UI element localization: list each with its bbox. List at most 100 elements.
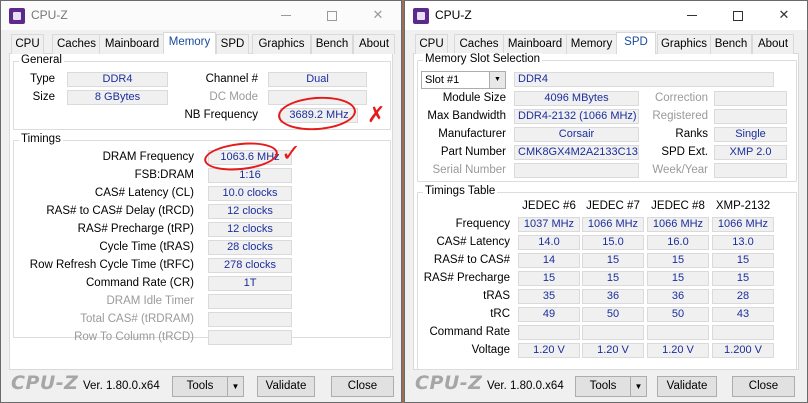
type-label: Type	[30, 73, 55, 85]
size-value: 8 GBytes	[67, 90, 168, 105]
timing-value	[208, 294, 292, 309]
timings-cell: 49	[518, 307, 580, 322]
tab-caches[interactable]: Caches	[52, 34, 101, 54]
ranks-value: Single	[714, 127, 787, 142]
tab-bench[interactable]: Bench	[710, 34, 752, 54]
timings-cell: 36	[647, 289, 709, 304]
type-value: DDR4	[67, 72, 168, 87]
close-window-button[interactable]: ✕	[355, 1, 401, 30]
timings-group: Timings DRAM Frequency 1063.6 MHz FSB:DRAM…	[13, 133, 391, 345]
version-label: Ver. 1.80.0.x64	[487, 380, 564, 392]
timings-cell: 15	[712, 253, 774, 268]
tab-spd[interactable]: SPD	[616, 32, 656, 55]
timing-value	[208, 330, 292, 345]
close-button[interactable]: Close	[331, 376, 394, 397]
timing-label: Row Refresh Cycle Time (tRFC)	[29, 259, 194, 271]
tab-cpu[interactable]: CPU	[11, 34, 44, 54]
tab-memory[interactable]: Memory	[163, 32, 216, 55]
slot-select[interactable]: Slot #1 ▼	[421, 71, 506, 89]
chevron-down-icon: ▼	[634, 382, 643, 391]
tools-dropdown-button[interactable]: ▼	[630, 376, 647, 397]
tab-memory[interactable]: Memory	[566, 34, 617, 54]
tab-spd[interactable]: SPD	[216, 34, 249, 54]
registered-value	[714, 109, 787, 124]
close-icon: ✕	[778, 8, 790, 23]
general-group-title: General	[19, 54, 64, 66]
timing-label: DRAM Idle Timer	[106, 295, 194, 307]
tools-dropdown-button[interactable]: ▼	[227, 376, 244, 397]
timings-cell: 28	[712, 289, 774, 304]
timing-value: 278 clocks	[208, 258, 292, 273]
validate-button[interactable]: Validate	[257, 376, 315, 397]
nb-frequency-label: NB Frequency	[184, 109, 258, 121]
channel-label: Channel #	[205, 73, 258, 85]
week-year-value	[714, 163, 787, 178]
timings-row-label: RAS# to CAS#	[433, 254, 510, 266]
close-window-button[interactable]: ✕	[761, 1, 807, 30]
timings-row-label: RAS# Precharge	[423, 272, 510, 284]
maximize-button[interactable]	[715, 1, 761, 30]
correction-label: Correction	[654, 92, 708, 104]
timings-cell: 1.20 V	[582, 343, 644, 358]
minimize-button[interactable]	[669, 1, 715, 30]
ranks-label: Ranks	[675, 128, 708, 140]
footer-bar: CPU-Z Ver. 1.80.0.x64 Tools ▼ Validate C…	[405, 370, 807, 402]
timing-label: Cycle Time (tRAS)	[99, 241, 194, 253]
memory-slot-group: Memory Slot Selection Slot #1 ▼ DDR4 Mod…	[417, 53, 797, 182]
annotation-cross-icon: ✗	[367, 103, 386, 128]
week-year-label: Week/Year	[652, 164, 708, 176]
tab-graphics[interactable]: Graphics	[657, 34, 711, 54]
tab-caches[interactable]: Caches	[454, 34, 504, 54]
timing-label: FSB:DRAM	[134, 169, 194, 181]
tab-about[interactable]: About	[353, 34, 395, 54]
timings-row-label: Command Rate	[429, 326, 510, 338]
timings-cell: 14	[518, 253, 580, 268]
tab-mainboard[interactable]: Mainboard	[99, 34, 165, 54]
tools-button[interactable]: Tools	[172, 376, 228, 397]
cpuz-memory-window: CPU-Z ✕ CPU Caches Mainboard Memory SPD …	[0, 0, 402, 403]
timings-cell: 16.0	[647, 235, 709, 250]
timings-cell: 1037 MHz	[518, 217, 580, 232]
timings-row-label: Frequency	[455, 218, 510, 230]
close-button[interactable]: Close	[732, 376, 795, 397]
timings-cell: 1.200 V	[712, 343, 774, 358]
chevron-down-icon: ▼	[489, 72, 505, 88]
timings-cell: 13.0	[712, 235, 774, 250]
timings-cell	[647, 325, 709, 340]
slot-select-value: Slot #1	[425, 74, 460, 86]
timing-value: 12 clocks	[208, 222, 292, 237]
tab-graphics[interactable]: Graphics	[252, 34, 311, 54]
max-bandwidth-value: DDR4-2132 (1066 MHz)	[514, 109, 639, 124]
window-title: CPU-Z	[31, 8, 68, 22]
tab-bench[interactable]: Bench	[311, 34, 353, 54]
title-bar[interactable]: CPU-Z ✕	[1, 1, 401, 30]
tab-cpu[interactable]: CPU	[415, 34, 448, 54]
tools-button[interactable]: Tools	[575, 376, 631, 397]
tab-about[interactable]: About	[752, 34, 794, 54]
manufacturer-value: Corsair	[514, 127, 639, 142]
timings-cell: 1.20 V	[647, 343, 709, 358]
maximize-icon	[733, 10, 743, 21]
timings-cell: 15	[647, 253, 709, 268]
timings-cell: 50	[647, 307, 709, 322]
tab-bar: CPU Caches Mainboard Memory SPD Graphics…	[9, 32, 395, 55]
tab-mainboard[interactable]: Mainboard	[503, 34, 567, 54]
channel-value: Dual	[268, 72, 367, 87]
module-size-label: Module Size	[442, 92, 506, 104]
window-title: CPU-Z	[435, 8, 472, 22]
cpuz-brand-logo: CPU-Z	[415, 372, 483, 394]
annotation-check-icon: ✓	[281, 139, 302, 167]
title-bar[interactable]: CPU-Z ✕	[405, 1, 807, 30]
timings-row-label: tRC	[490, 308, 510, 320]
validate-button[interactable]: Validate	[657, 376, 717, 397]
timings-cell: 35	[518, 289, 580, 304]
timing-label: Total CAS# (tRDRAM)	[80, 313, 194, 325]
part-number-value: CMK8GX4M2A2133C13	[514, 145, 639, 160]
timings-cell: 15	[582, 253, 644, 268]
registered-label: Registered	[652, 110, 708, 122]
serial-number-value	[514, 163, 639, 178]
maximize-button[interactable]	[309, 1, 355, 30]
timings-table-group-title: Timings Table	[423, 185, 498, 197]
minimize-button[interactable]	[263, 1, 309, 30]
dc-mode-label: DC Mode	[209, 91, 258, 103]
